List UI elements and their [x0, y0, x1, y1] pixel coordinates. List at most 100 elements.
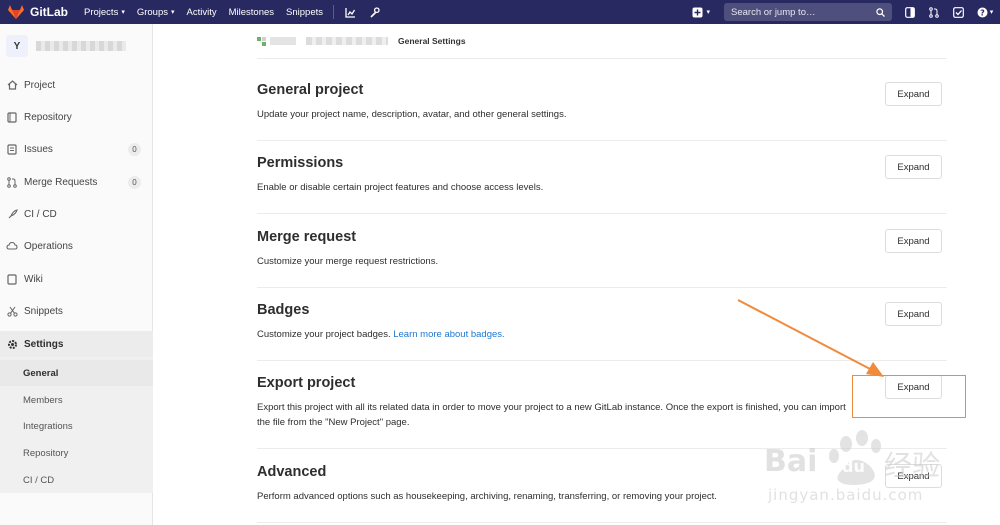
- nav-groups[interactable]: Groups ▾: [131, 7, 181, 18]
- nav-activity-label: Activity: [186, 6, 217, 18]
- breadcrumb-group-blurred[interactable]: [270, 37, 296, 45]
- section-title: Advanced: [257, 464, 327, 480]
- sidebar-item-repository[interactable]: Repository: [0, 105, 153, 129]
- sidebar-subitem-repository[interactable]: Repository: [0, 440, 153, 466]
- section-title: General project: [257, 82, 364, 98]
- section-description: Customize your project badges. Learn mor…: [257, 327, 857, 342]
- watermark-url: jingyan.baidu.com: [768, 486, 924, 504]
- annotation-highlight-box: [852, 375, 966, 418]
- expand-button[interactable]: Expand: [885, 229, 942, 253]
- search-input[interactable]: Search or jump to…: [724, 3, 892, 21]
- sidebar-item-project[interactable]: Project: [0, 73, 153, 97]
- sidebar-subitem-members[interactable]: Members: [0, 387, 153, 413]
- search-icon: [876, 7, 885, 17]
- section-divider: [257, 140, 947, 141]
- section-divider: [257, 522, 947, 523]
- scissors-icon: [6, 305, 18, 317]
- merge-requests-count-badge: 0: [128, 176, 141, 189]
- sidebar-item-operations[interactable]: Operations: [0, 234, 153, 258]
- learn-more-badges-link[interactable]: Learn more about badges.: [393, 329, 504, 340]
- sidebar-item-label: Settings: [24, 338, 64, 350]
- sidebar-item-merge-requests[interactable]: Merge Requests 0: [0, 170, 153, 194]
- help-icon: ?: [977, 7, 988, 17]
- section-divider: [257, 360, 947, 361]
- project-sidebar: Y Project Repository Issues 0 Merge Requ…: [0, 24, 153, 525]
- section-description: Update your project name, description, a…: [257, 109, 567, 120]
- expand-button[interactable]: Expand: [885, 155, 942, 179]
- breadcrumb-project-blurred[interactable]: [306, 37, 388, 45]
- rocket-icon: [6, 208, 18, 220]
- sidebar-item-label: CI / CD: [24, 208, 57, 220]
- chevron-down-icon: ▾: [989, 9, 994, 16]
- watermark-cn: 经验: [884, 449, 941, 482]
- sidebar-item-label: Repository: [24, 111, 72, 123]
- wrench-icon[interactable]: [362, 0, 386, 24]
- section-description: Enable or disable certain project featur…: [257, 182, 544, 193]
- breadcrumb-divider: [257, 58, 947, 59]
- sidebar-item-issues[interactable]: Issues 0: [0, 137, 153, 161]
- merge-request-icon: [6, 176, 18, 188]
- sidebar-item-label: Issues: [24, 143, 53, 155]
- cloud-gear-icon: [6, 240, 18, 252]
- chevron-down-icon: ▾: [121, 9, 125, 16]
- project-name-blurred: [36, 41, 126, 51]
- search-placeholder: Search or jump to…: [731, 6, 816, 18]
- baidu-watermark: Bai du 经验 jingyan.baidu.com: [758, 422, 998, 517]
- gitlab-home-link[interactable]: GitLab: [0, 5, 78, 19]
- nav-snippets[interactable]: Snippets: [280, 7, 329, 18]
- avatar: Y: [6, 35, 28, 57]
- section-title: Badges: [257, 302, 310, 318]
- sidebar-item-label: Wiki: [24, 273, 43, 285]
- sidebar-item-settings[interactable]: Settings: [0, 331, 153, 357]
- sidebar-toggle-icon[interactable]: [898, 0, 922, 24]
- nav-projects[interactable]: Projects ▾: [78, 7, 131, 18]
- sidebar-subitem-ci-cd[interactable]: CI / CD: [0, 467, 153, 493]
- sidebar-subitem-integrations[interactable]: Integrations: [0, 413, 153, 439]
- new-item-dropdown[interactable]: ▾: [684, 7, 718, 18]
- watermark-brand: Bai: [764, 444, 818, 479]
- gear-icon: [6, 338, 18, 350]
- sidebar-item-label: Operations: [24, 240, 73, 252]
- nav-divider: [333, 5, 335, 19]
- watermark-brand-du: du: [842, 457, 865, 476]
- sidebar-item-wiki[interactable]: Wiki: [0, 267, 153, 291]
- gitlab-logo-icon: [8, 5, 24, 19]
- nav-activity[interactable]: Activity: [181, 7, 223, 18]
- home-icon: [6, 79, 18, 91]
- section-divider: [257, 213, 947, 214]
- todos-icon[interactable]: [946, 0, 970, 24]
- top-navbar: GitLab Projects ▾ Groups ▾ Activity Milest…: [0, 0, 1000, 24]
- wiki-icon: [6, 273, 18, 285]
- sidebar-item-ci-cd[interactable]: CI / CD: [0, 202, 153, 226]
- svg-text:?: ?: [980, 8, 985, 17]
- issues-icon: [6, 143, 18, 155]
- section-title: Permissions: [257, 155, 344, 171]
- sidebar-subitem-general[interactable]: General: [0, 360, 153, 386]
- chart-icon[interactable]: [338, 0, 362, 24]
- sidebar-item-label: Project: [24, 79, 56, 91]
- project-header[interactable]: Y: [0, 24, 152, 68]
- section-description-text: Customize your project badges.: [257, 329, 391, 340]
- project-icon: [257, 36, 266, 46]
- nav-snippets-label: Snippets: [286, 6, 324, 18]
- help-dropdown[interactable]: ? ▾: [970, 0, 1000, 24]
- chevron-down-icon: ▾: [171, 9, 175, 16]
- sidebar-item-label: Snippets: [24, 305, 63, 317]
- breadcrumb-current: General Settings: [398, 36, 466, 46]
- merge-requests-nav-icon[interactable]: [922, 0, 946, 24]
- section-description: Customize your merge request restriction…: [257, 256, 439, 267]
- nav-milestones-label: Milestones: [228, 6, 275, 18]
- plus-square-icon: [692, 7, 703, 17]
- expand-button[interactable]: Expand: [885, 82, 942, 106]
- section-title: Export project: [257, 375, 356, 391]
- book-icon: [6, 111, 18, 123]
- issues-count-badge: 0: [128, 143, 141, 156]
- chevron-down-icon: ▾: [706, 9, 710, 16]
- expand-button[interactable]: Expand: [885, 302, 942, 326]
- section-divider: [257, 287, 947, 288]
- nav-milestones[interactable]: Milestones: [223, 7, 280, 18]
- breadcrumb: General Settings: [257, 36, 466, 46]
- section-title: Merge request: [257, 229, 357, 245]
- sidebar-item-snippets[interactable]: Snippets: [0, 299, 153, 323]
- sidebar-item-label: Merge Requests: [24, 176, 98, 188]
